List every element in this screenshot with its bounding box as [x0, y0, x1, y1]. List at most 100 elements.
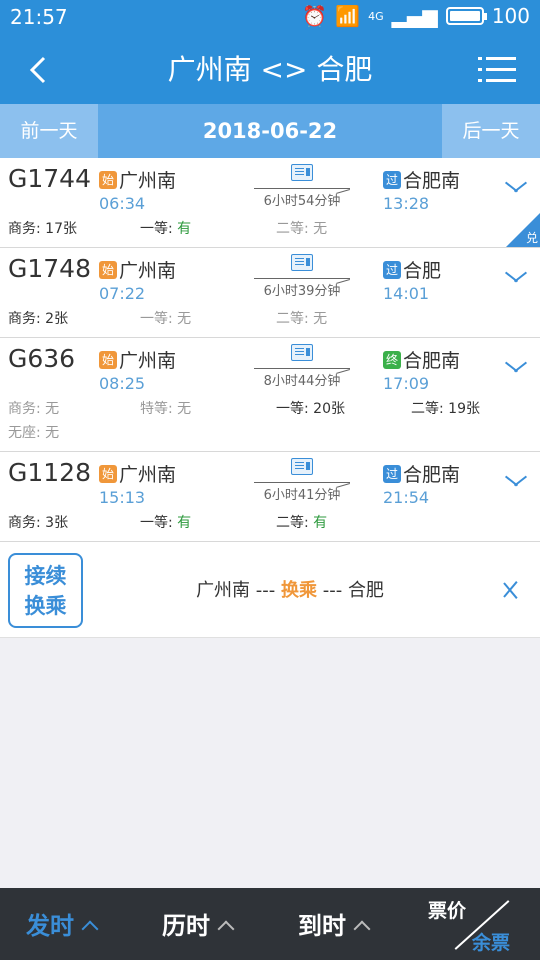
- seat-first: 一等: 20张: [276, 401, 345, 417]
- status-bar: 21:57 ⏰ 📶 4G ▂▄▆ 100: [0, 0, 540, 36]
- back-arrow-icon: [29, 56, 46, 84]
- arrival-station: 过合肥南: [383, 166, 460, 193]
- train-row[interactable]: G1748 始广州南 07:22 6小时39分钟 过合肥 14:01 商务: 2…: [0, 248, 540, 338]
- route-arrow-icon: [254, 476, 350, 483]
- timetable-icon[interactable]: [291, 164, 313, 181]
- sort-arrive-time[interactable]: 到时: [298, 906, 371, 941]
- timetable-icon[interactable]: [291, 458, 313, 475]
- pass-badge: 过: [383, 465, 401, 483]
- duration-block: 8小时44分钟: [254, 344, 350, 389]
- origin-badge: 始: [99, 261, 117, 279]
- transfer-button-line2: 换乘: [24, 594, 67, 618]
- departure-station: 始广州南: [99, 166, 176, 193]
- pass-badge: 过: [383, 261, 401, 279]
- seat-business: 商务: 2张: [8, 311, 69, 327]
- duration-block: 6小时39分钟: [254, 254, 350, 299]
- price-label: 票价: [428, 900, 467, 922]
- seat-first: 一等: 有: [140, 515, 192, 531]
- date-bar: 前一天 2018-06-22 后一天: [0, 104, 540, 158]
- origin-badge: 始: [99, 171, 117, 189]
- exchange-label: 兑: [525, 231, 538, 245]
- terminal-badge: 终: [383, 351, 401, 369]
- chevron-down-icon[interactable]: [504, 360, 528, 376]
- page-title: 广州南 <> 合肥: [167, 53, 373, 86]
- app-bar: 广州南 <> 合肥: [0, 36, 540, 104]
- arrival-station: 终合肥南: [383, 346, 460, 373]
- pass-badge: 过: [383, 171, 401, 189]
- train-row[interactable]: G1744 始广州南 06:34 6小时54分钟 过合肥南 13:28 商务: …: [0, 158, 540, 248]
- train-number: G1744: [8, 164, 91, 193]
- seat-business: 商务: 3张: [8, 515, 69, 531]
- chevron-right-icon[interactable]: [502, 574, 522, 604]
- sort-bar: 发时 历时 到时 票价 余票: [0, 888, 540, 960]
- signal-icon: ▂▄▆: [391, 4, 438, 28]
- duration-block: 6小时41分钟: [254, 458, 350, 503]
- arrival-time: 13:28: [383, 194, 430, 213]
- arrival-time: 17:09: [383, 374, 430, 393]
- remaining-label: 余票: [472, 932, 511, 954]
- arrival-station-name: 合肥南: [403, 464, 461, 486]
- arrival-station-name: 合肥: [403, 260, 442, 282]
- departure-station-name: 广州南: [119, 464, 177, 486]
- sort-duration[interactable]: 历时: [162, 906, 235, 941]
- departure-station: 始广州南: [99, 460, 176, 487]
- next-day-button[interactable]: 后一天: [442, 104, 540, 158]
- departure-time: 08:25: [99, 374, 146, 393]
- departure-station-name: 广州南: [119, 170, 177, 192]
- seat-premium: 特等: 无: [140, 401, 192, 417]
- transfer-route: 广州南 --- 换乘 --- 合肥: [196, 580, 384, 601]
- seat-second: 二等: 有: [276, 515, 328, 531]
- arrival-time: 14:01: [383, 284, 430, 303]
- train-number: G636: [8, 344, 76, 373]
- chevron-down-icon[interactable]: [504, 180, 528, 196]
- departure-time: 15:13: [99, 488, 146, 507]
- chevron-up-icon: [217, 920, 235, 938]
- seat-standing: 无座: 无: [8, 425, 60, 441]
- wifi-icon: 📶: [335, 4, 361, 28]
- chevron-down-icon[interactable]: [504, 474, 528, 490]
- train-list: G1744 始广州南 06:34 6小时54分钟 过合肥南 13:28 商务: …: [0, 158, 540, 638]
- seat-business: 商务: 17张: [8, 221, 77, 237]
- departure-station-name: 广州南: [119, 260, 177, 282]
- network-type: 4G: [368, 9, 384, 23]
- departure-time: 06:34: [99, 194, 146, 213]
- back-button[interactable]: [20, 50, 60, 90]
- alarm-icon: ⏰: [302, 4, 328, 28]
- origin-badge: 始: [99, 351, 117, 369]
- transfer-button[interactable]: 接续 换乘: [8, 553, 83, 628]
- timetable-icon[interactable]: [291, 254, 313, 271]
- current-date[interactable]: 2018-06-22: [98, 104, 442, 158]
- seat-second: 二等: 19张: [411, 401, 480, 417]
- menu-button[interactable]: [478, 54, 518, 86]
- arrival-time: 21:54: [383, 488, 430, 507]
- train-row[interactable]: G1128 始广州南 15:13 6小时41分钟 过合肥南 21:54 商务: …: [0, 452, 540, 542]
- list-menu-icon: [478, 57, 516, 82]
- timetable-icon[interactable]: [291, 344, 313, 361]
- battery-icon: [445, 7, 487, 25]
- chevron-up-icon: [81, 920, 99, 938]
- seat-business: 商务: 无: [8, 401, 60, 417]
- departure-station: 始广州南: [99, 256, 176, 283]
- train-number: G1128: [8, 458, 91, 487]
- prev-day-button[interactable]: 前一天: [0, 104, 98, 158]
- route-arrow-icon: [254, 182, 350, 189]
- sort-depart-time[interactable]: 发时: [26, 906, 99, 941]
- route-arrow-icon: [254, 362, 350, 369]
- train-number: G1748: [8, 254, 91, 283]
- departure-time: 07:22: [99, 284, 146, 303]
- duration-block: 6小时54分钟: [254, 164, 350, 209]
- transfer-button-line1: 接续: [24, 564, 67, 588]
- status-time: 21:57: [10, 5, 68, 29]
- train-row[interactable]: G636 始广州南 08:25 8小时44分钟 终合肥南 17:09 商务: 无…: [0, 338, 540, 452]
- status-icons: ⏰ 📶 4G ▂▄▆ 100: [302, 4, 530, 28]
- chevron-down-icon[interactable]: [504, 270, 528, 286]
- route-arrow-icon: [254, 272, 350, 279]
- transfer-row[interactable]: 接续 换乘 广州南 --- 换乘 --- 合肥: [0, 542, 540, 638]
- seat-first: 一等: 有: [140, 221, 192, 237]
- arrival-station: 过合肥: [383, 256, 441, 283]
- chevron-up-icon: [353, 920, 371, 938]
- price-remaining-toggle[interactable]: 票价 余票: [424, 896, 524, 956]
- seat-first: 一等: 无: [140, 311, 192, 327]
- departure-station: 始广州南: [99, 346, 176, 373]
- battery-level: 100: [491, 4, 530, 28]
